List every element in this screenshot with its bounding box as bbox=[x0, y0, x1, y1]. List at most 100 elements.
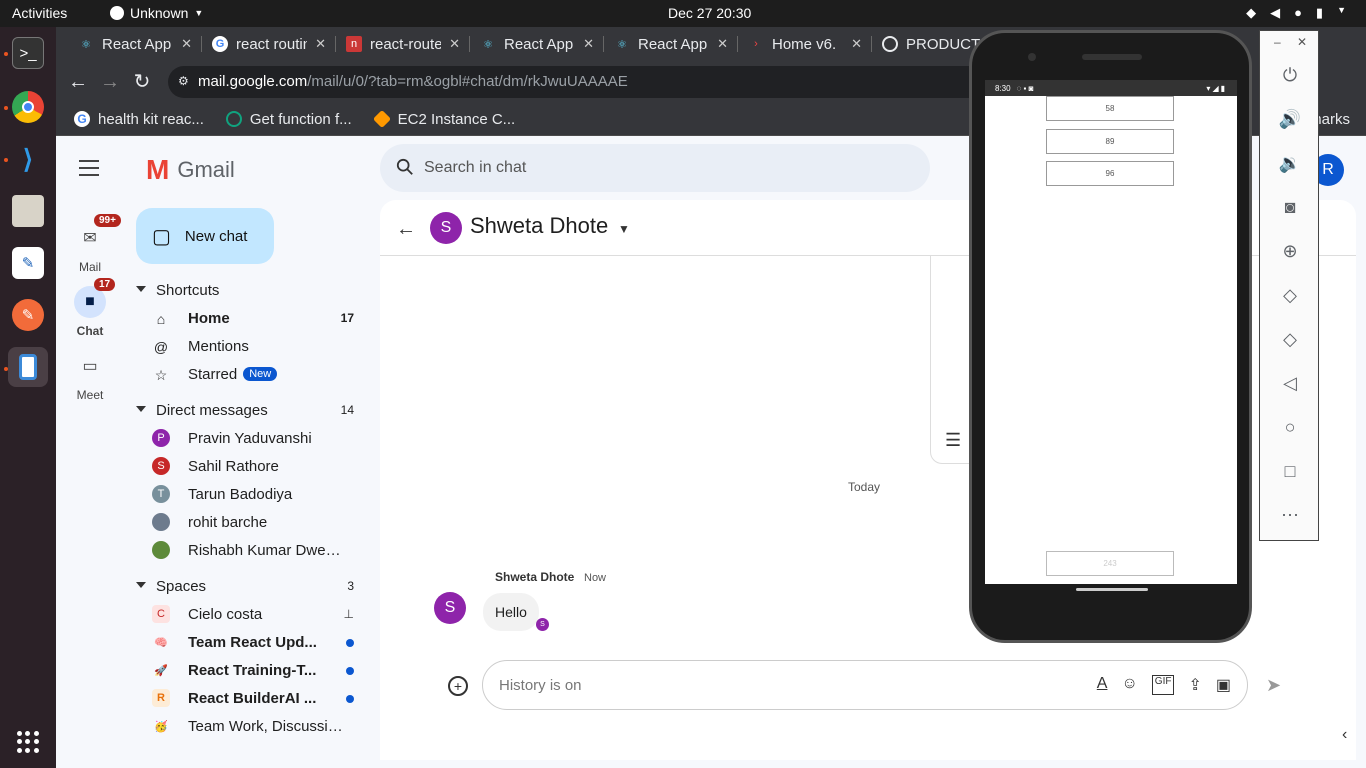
message-bubble[interactable]: Hello bbox=[483, 593, 539, 631]
space-item[interactable]: C Cielo costa ⊥ bbox=[136, 600, 376, 628]
nav-item-home[interactable]: ⌂ Home 17 bbox=[136, 304, 376, 332]
rail-label: Mail bbox=[78, 260, 101, 274]
back-icon[interactable]: ◁ bbox=[1278, 371, 1302, 395]
close-icon[interactable]: ✕ bbox=[1297, 35, 1307, 49]
more-icon[interactable]: ⋯ bbox=[1278, 503, 1302, 527]
close-icon[interactable]: ✕ bbox=[181, 36, 192, 52]
value-box[interactable]: 96 bbox=[1046, 161, 1174, 186]
chevron-down-icon[interactable]: ▼ bbox=[618, 222, 630, 236]
rotate-right-icon[interactable]: ◇ bbox=[1278, 327, 1302, 351]
rail-item-mail[interactable]: ✉ 99+ Mail bbox=[66, 214, 121, 274]
browser-tab[interactable]: ⚛ React App ✕ bbox=[604, 27, 738, 61]
product-icon bbox=[882, 36, 898, 52]
dm-item[interactable]: P Pravin Yaduvanshi bbox=[136, 424, 376, 452]
rail-item-meet[interactable]: ▭ Meet bbox=[66, 350, 114, 402]
dm-item[interactable]: S Sahil Rathore bbox=[136, 452, 376, 480]
new-chat-button[interactable]: ▢ New chat bbox=[136, 208, 274, 264]
sender-avatar[interactable]: S bbox=[434, 592, 466, 624]
files-icon[interactable] bbox=[12, 195, 44, 227]
back-arrow-icon[interactable]: ← bbox=[66, 71, 90, 95]
close-icon[interactable]: ✕ bbox=[315, 36, 326, 52]
bookmark-item[interactable]: Ghealth kit reac... bbox=[68, 107, 210, 132]
shortcuts-header[interactable]: Shortcuts bbox=[136, 276, 376, 304]
add-icon[interactable]: + bbox=[448, 676, 468, 696]
chrome-icon[interactable] bbox=[12, 91, 44, 123]
emoji-icon[interactable]: ☺ bbox=[1121, 675, 1137, 695]
app-grid-icon[interactable] bbox=[17, 731, 39, 753]
gmail-logo[interactable]: M Gmail bbox=[146, 154, 235, 186]
send-icon[interactable]: ➤ bbox=[1266, 675, 1281, 696]
text-editor-icon[interactable]: ✎ bbox=[12, 247, 44, 279]
upload-icon[interactable]: ⇪ bbox=[1188, 675, 1201, 695]
value-box[interactable]: 89 bbox=[1046, 129, 1174, 154]
clock[interactable]: Dec 27 20:30 bbox=[668, 5, 751, 21]
android-emulator-icon[interactable] bbox=[8, 347, 48, 387]
space-item[interactable]: 🚀 React Training-T... bbox=[136, 656, 376, 684]
bookmark-item[interactable]: EC2 Instance C... bbox=[368, 107, 522, 132]
dm-item[interactable]: rohit barche bbox=[136, 508, 376, 536]
space-item[interactable]: R React BuilderAI ... bbox=[136, 684, 376, 712]
browser-tab[interactable]: ⚛ React App ✕ bbox=[470, 27, 604, 61]
spaces-header[interactable]: Spaces 3 bbox=[136, 572, 376, 600]
back-arrow-icon[interactable]: ← bbox=[396, 218, 416, 241]
space-item[interactable]: 🥳 Team Work, Discussio... bbox=[136, 712, 376, 740]
zoom-icon[interactable]: ⊕ bbox=[1278, 239, 1302, 263]
minimize-icon[interactable]: – bbox=[1274, 35, 1281, 49]
volume-down-icon[interactable]: 🔉 bbox=[1278, 151, 1302, 175]
gif-icon[interactable]: GIF bbox=[1151, 675, 1175, 695]
volume-up-icon[interactable]: 🔊 bbox=[1278, 107, 1302, 131]
close-icon[interactable]: ✕ bbox=[717, 36, 728, 52]
emulator-screen[interactable]: 8:30 ◌ ▪ ◙ ▾◢▮ 58 89 96 243 bbox=[985, 80, 1237, 584]
browser-tab[interactable]: n react-router ✕ bbox=[336, 27, 470, 61]
camera-icon[interactable]: ◙ bbox=[1278, 195, 1302, 219]
power-icon[interactable]: ⏻ bbox=[1278, 63, 1302, 87]
vscode-icon[interactable]: ⟩ bbox=[12, 143, 44, 175]
pin-icon[interactable]: ⊥ bbox=[344, 607, 354, 621]
system-tray[interactable]: ◆ ◀ ● ▮ ▼ bbox=[1246, 5, 1346, 21]
collapse-panel-icon[interactable]: ‹ bbox=[1342, 726, 1366, 756]
dm-item[interactable]: Rishabh Kumar Dwev... bbox=[136, 536, 376, 564]
browser-tab[interactable]: ⚛ React App ✕ bbox=[68, 27, 202, 61]
message-input[interactable]: History is on A ☺ GIF ⇪ ▣ bbox=[482, 660, 1248, 710]
space-item[interactable]: 🧠 Team React Upd... bbox=[136, 628, 376, 656]
chat-search-input[interactable]: Search in chat bbox=[380, 144, 930, 192]
space-name: React Training-T... bbox=[188, 661, 317, 679]
app-menu[interactable]: Unknown ▼ bbox=[110, 5, 203, 21]
forward-arrow-icon[interactable]: → bbox=[98, 71, 122, 95]
close-icon[interactable]: ✕ bbox=[583, 36, 594, 52]
nav-item-starred[interactable]: ☆ Starred New bbox=[136, 360, 376, 388]
close-icon[interactable]: ✕ bbox=[851, 36, 862, 52]
browser-tab[interactable]: › Home v6. ✕ bbox=[738, 27, 872, 61]
dm-item[interactable]: T Tarun Badodiya bbox=[136, 480, 376, 508]
value-box[interactable]: 243 bbox=[1046, 551, 1174, 576]
main-menu-icon[interactable] bbox=[79, 160, 99, 176]
microphone-icon: ● bbox=[1294, 5, 1302, 20]
running-indicator bbox=[4, 106, 8, 110]
value-box[interactable]: 58 bbox=[1046, 96, 1174, 121]
video-call-icon[interactable]: ▣ bbox=[1216, 675, 1231, 695]
aws-icon bbox=[372, 109, 391, 129]
contact-avatar[interactable]: S bbox=[430, 212, 462, 244]
list-icon[interactable]: ☰ bbox=[945, 430, 961, 451]
overview-icon[interactable]: □ bbox=[1278, 459, 1302, 483]
rail-item-chat[interactable]: ■ 17 Chat bbox=[66, 278, 116, 338]
contact-name[interactable]: Shweta Dhote bbox=[470, 213, 608, 239]
bookmark-item[interactable]: Get function f... bbox=[220, 107, 358, 132]
nav-item-mentions[interactable]: @ Mentions bbox=[136, 332, 376, 360]
logo-text: Gmail bbox=[177, 157, 235, 182]
browser-tab[interactable]: Greact routing ✕ bbox=[202, 27, 336, 61]
activities-button[interactable]: Activities bbox=[12, 5, 67, 21]
openai-icon bbox=[225, 111, 242, 127]
format-text-icon[interactable]: A bbox=[1097, 675, 1108, 695]
paint-icon[interactable]: ✎ bbox=[12, 299, 44, 331]
terminal-icon[interactable]: >_ bbox=[12, 37, 44, 69]
section-title: Shortcuts bbox=[156, 281, 220, 299]
site-info-icon[interactable]: ⚙ bbox=[178, 74, 189, 88]
rotate-left-icon[interactable]: ◇ bbox=[1278, 283, 1302, 307]
home-icon[interactable]: ○ bbox=[1278, 415, 1302, 439]
reload-icon[interactable]: ↻ bbox=[130, 71, 154, 95]
direct-messages-header[interactable]: Direct messages 14 bbox=[136, 396, 376, 424]
close-icon[interactable]: ✕ bbox=[449, 36, 460, 52]
caret-down-icon bbox=[136, 286, 146, 292]
home-gesture-bar[interactable] bbox=[1076, 588, 1148, 591]
